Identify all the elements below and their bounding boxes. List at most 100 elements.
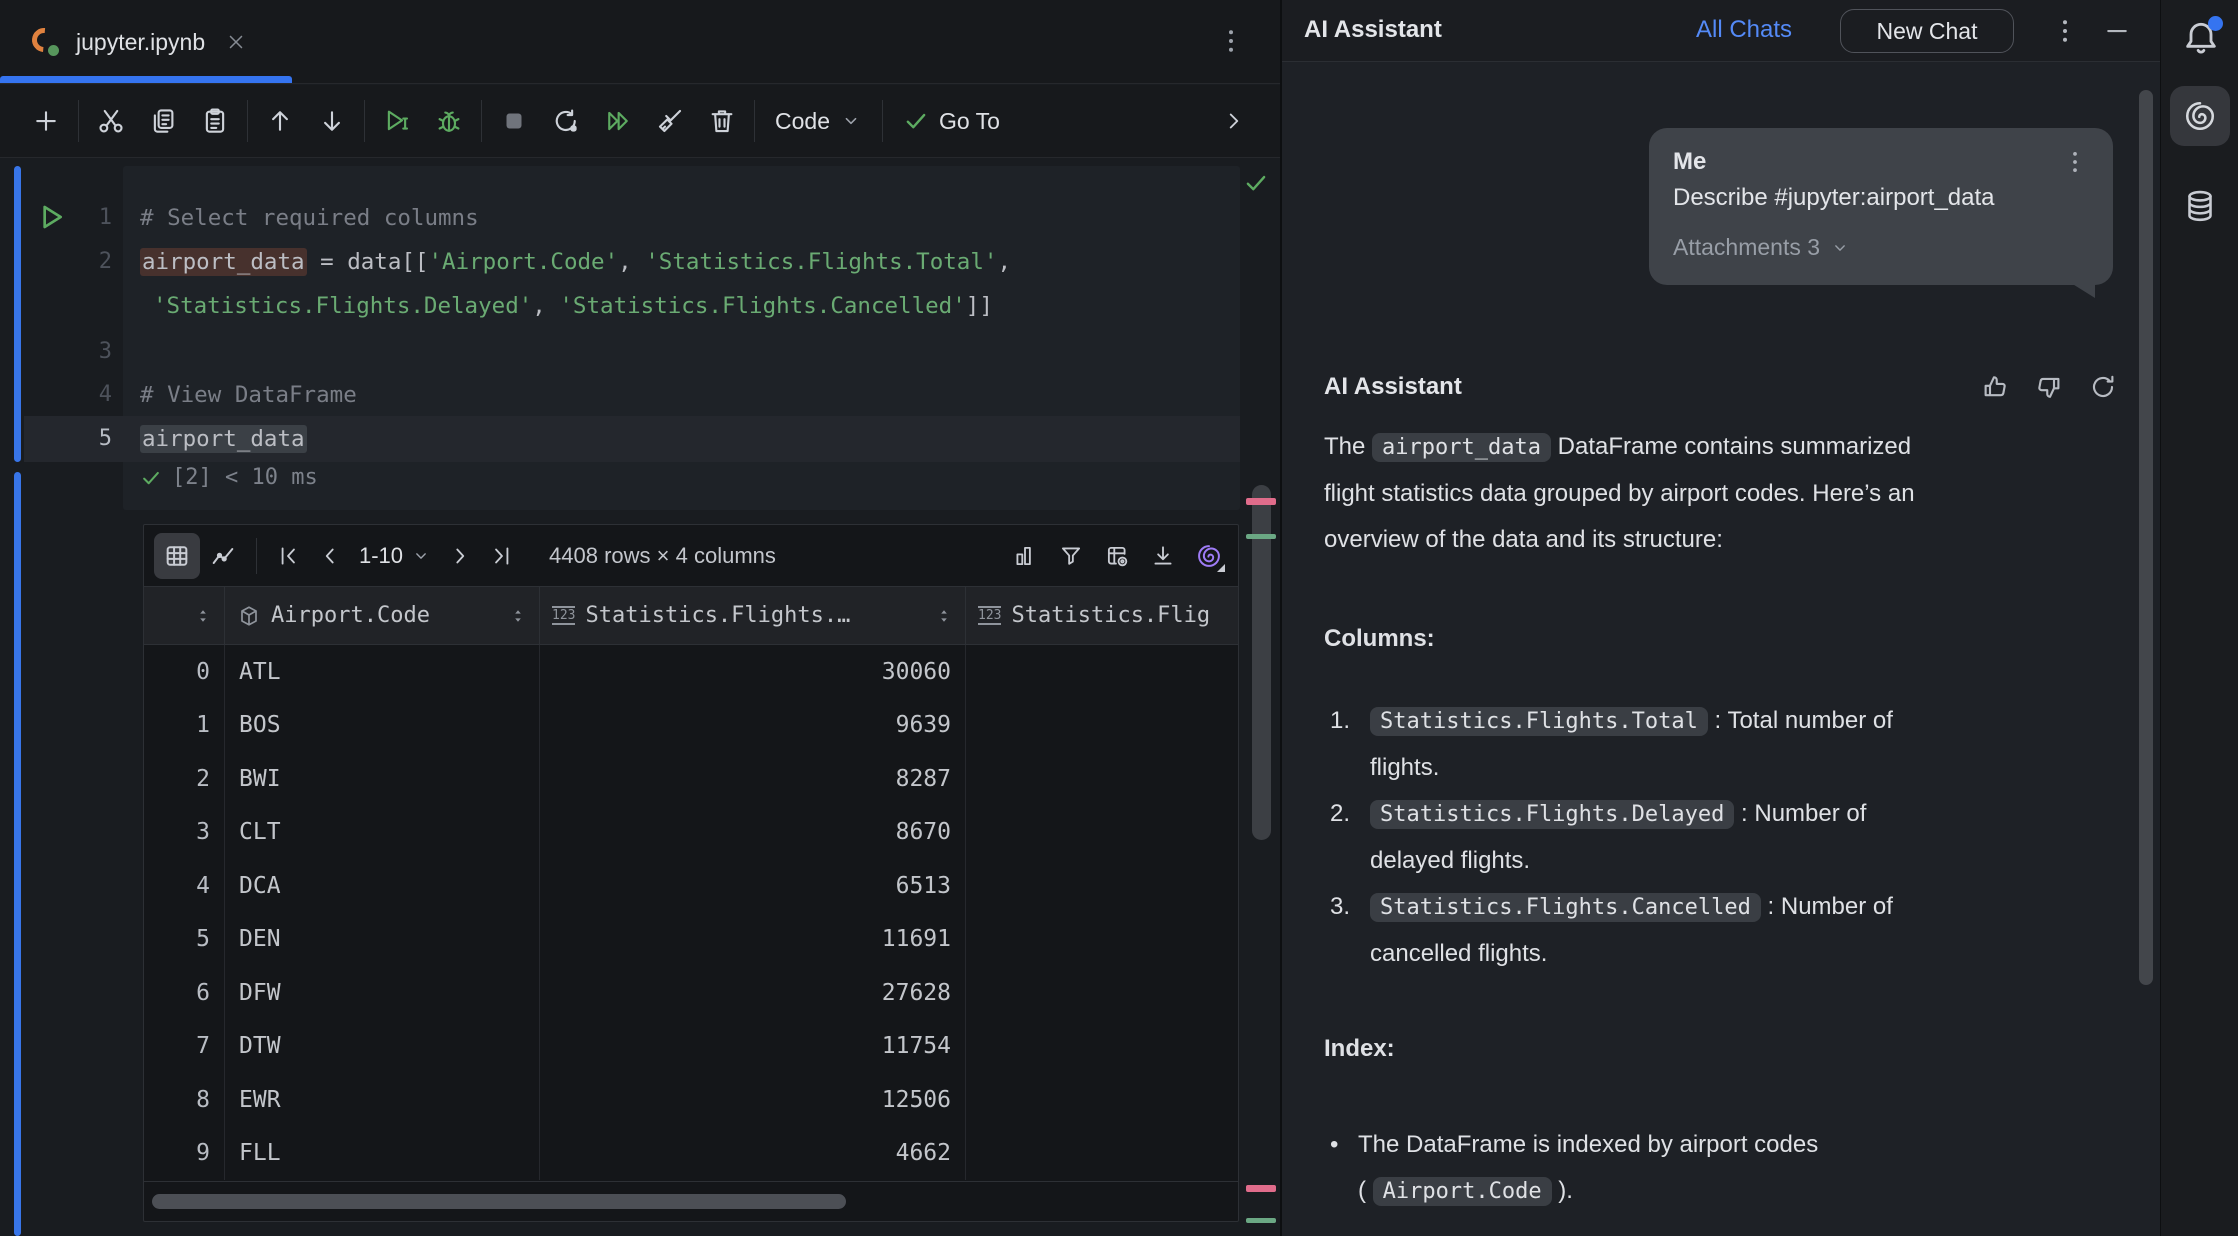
error-stripe-mark[interactable] <box>1246 1185 1276 1192</box>
table-row[interactable]: 7 DTW 11754 <box>144 1020 1238 1074</box>
table-row[interactable]: 6 DFW 27628 <box>144 966 1238 1020</box>
airport-code-cell: DTW <box>225 1020 540 1074</box>
column-name: Statistics.Flig <box>1011 603 1210 628</box>
text: flights. <box>1370 754 1439 781</box>
table-row[interactable]: 3 CLT 8670 <box>144 806 1238 860</box>
table-row[interactable]: 8 EWR 12506 <box>144 1073 1238 1127</box>
move-cell-up-button[interactable] <box>254 97 306 145</box>
table-row[interactable]: 5 DEN 11691 <box>144 913 1238 967</box>
column-header-flights-total[interactable]: 123 Statistics.Flights.… <box>540 587 966 644</box>
export-download-button[interactable] <box>1140 533 1186 579</box>
column-header-airport-code[interactable]: Airport.Code <box>225 587 540 644</box>
object-type-icon <box>237 604 261 628</box>
first-page-button[interactable] <box>267 533 309 579</box>
next-page-button[interactable] <box>439 533 481 579</box>
last-page-button[interactable] <box>481 533 523 579</box>
table-row[interactable]: 1 BOS 9639 <box>144 699 1238 753</box>
user-name: Me <box>1673 148 1706 176</box>
toolbar-separator <box>882 100 883 142</box>
sort-icon[interactable] <box>935 607 953 625</box>
cut-cell-button[interactable] <box>85 97 137 145</box>
code-line-1[interactable]: # Select required columns <box>140 196 479 240</box>
run-cell-button[interactable] <box>371 97 423 145</box>
clear-outputs-button[interactable] <box>644 97 696 145</box>
text: : Total number of <box>1708 707 1893 734</box>
regenerate-icon[interactable] <box>2088 372 2118 402</box>
new-chat-button[interactable]: New Chat <box>1840 9 2014 53</box>
panel-options-kebab-icon[interactable] <box>2050 16 2080 46</box>
move-cell-down-button[interactable] <box>306 97 358 145</box>
list-item-body: The DataFrame is indexed by airport code… <box>1358 1122 1818 1215</box>
info-stripe-mark[interactable] <box>1246 534 1276 539</box>
row-index-header[interactable] <box>144 587 225 644</box>
tab-jupyter-ipynb[interactable]: jupyter.ipynb <box>0 0 292 84</box>
horizontal-scrollbar-track[interactable] <box>144 1181 1238 1222</box>
horizontal-scrollbar-thumb[interactable] <box>152 1194 846 1209</box>
list-item: 3. Statistics.Flights.Cancelled : Number… <box>1324 884 2118 977</box>
copy-cell-button[interactable] <box>137 97 189 145</box>
table-view-button[interactable] <box>154 533 200 579</box>
filter-button[interactable] <box>1048 533 1094 579</box>
assistant-response-header: AI Assistant <box>1324 372 2118 402</box>
all-chats-link[interactable]: All Chats <box>1696 16 1792 44</box>
sort-icon[interactable] <box>194 607 212 625</box>
text: ). <box>1552 1177 1573 1204</box>
delete-cell-button[interactable] <box>696 97 748 145</box>
column-header-clipped[interactable]: 123 Statistics.Flig <box>966 587 1239 644</box>
clipped-cell <box>966 1073 1239 1127</box>
tab-options-kebab-icon[interactable] <box>1216 26 1246 56</box>
table-row[interactable]: 4 DCA 6513 <box>144 859 1238 913</box>
string-token: 'Statistics.Flights.Total' <box>645 249 997 275</box>
page-range-dropdown[interactable]: 1-10 <box>351 543 439 569</box>
error-stripe-mark[interactable] <box>1246 498 1276 505</box>
table-row[interactable]: 2 BWI 8287 <box>144 752 1238 806</box>
statistics-button[interactable] <box>1002 533 1048 579</box>
numeric-type-icon: 123 <box>978 606 1001 625</box>
thumbs-down-icon[interactable] <box>2034 372 2064 402</box>
code-line-2-wrap[interactable]: 'Statistics.Flights.Delayed', 'Statistic… <box>153 284 993 328</box>
identifier-read-highlight: airport_data <box>140 425 307 453</box>
code-line-2[interactable]: airport_data = data[['Airport.Code', 'St… <box>140 240 1011 284</box>
minimize-panel-icon[interactable] <box>2102 16 2132 46</box>
row-index-cell: 7 <box>144 1020 225 1074</box>
sort-icon[interactable] <box>509 607 527 625</box>
prev-page-button[interactable] <box>309 533 351 579</box>
add-cell-button[interactable] <box>20 97 72 145</box>
code-token: , <box>997 249 1011 275</box>
inline-code-chip: Statistics.Flights.Delayed <box>1370 800 1734 829</box>
chart-view-button[interactable] <box>200 533 246 579</box>
toolbar-overflow-chevron[interactable] <box>1208 97 1260 145</box>
tab-close-icon[interactable] <box>225 31 247 53</box>
message-options-kebab-icon[interactable] <box>2061 148 2089 176</box>
ai-panel-scrollbar-thumb[interactable] <box>2139 90 2153 985</box>
run-all-cells-button[interactable] <box>592 97 644 145</box>
code-line-5[interactable]: airport_data <box>140 417 307 461</box>
notifications-button[interactable] <box>2181 18 2221 60</box>
info-stripe-mark[interactable] <box>1246 1218 1276 1223</box>
paste-cell-button[interactable] <box>189 97 241 145</box>
list-item-body: Statistics.Flights.Delayed : Number ofde… <box>1370 791 1866 884</box>
bubble-tail <box>2071 283 2095 298</box>
ai-assistant-tool-button[interactable] <box>2170 86 2230 146</box>
cell-type-dropdown[interactable]: Code <box>761 97 876 145</box>
checkmark-icon <box>903 108 929 134</box>
row-index-cell: 0 <box>144 645 225 699</box>
ai-panel-title: AI Assistant <box>1304 16 1442 44</box>
list-number: 1. <box>1324 698 1370 791</box>
thumbs-up-icon[interactable] <box>1980 372 2010 402</box>
ai-actions-button[interactable] <box>1186 533 1232 579</box>
database-tool-button[interactable] <box>2170 176 2230 236</box>
code-line-4[interactable]: # View DataFrame <box>140 373 357 417</box>
identifier-write-highlight: airport_data <box>140 248 307 276</box>
restart-kernel-button[interactable] <box>540 97 592 145</box>
airport-code-cell: BOS <box>225 699 540 753</box>
flights-total-cell: 11754 <box>540 1020 966 1074</box>
table-settings-button[interactable] <box>1094 533 1140 579</box>
attachments-toggle[interactable]: Attachments 3 <box>1673 234 2089 261</box>
debug-cell-button[interactable] <box>423 97 475 145</box>
table-row[interactable]: 9 FLL 4662 <box>144 1127 1238 1181</box>
go-to-button[interactable]: Go To <box>889 108 1014 135</box>
interrupt-kernel-button[interactable] <box>488 97 540 145</box>
ai-spiral-icon <box>2182 98 2218 134</box>
table-row[interactable]: 0 ATL 30060 <box>144 645 1238 699</box>
